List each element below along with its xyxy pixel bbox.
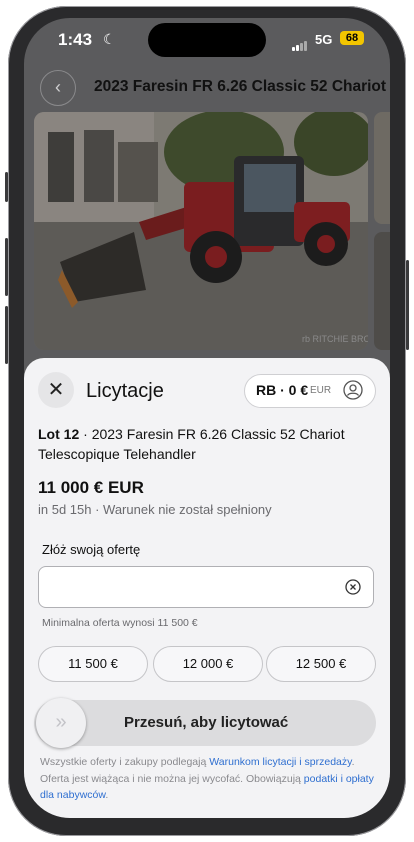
terms-text: . bbox=[105, 789, 109, 801]
user-icon bbox=[343, 380, 363, 400]
quick-bid-button[interactable]: 12 000 € bbox=[153, 646, 263, 682]
volume-up-button bbox=[5, 238, 8, 296]
sheet-title: Licytacje bbox=[86, 380, 164, 402]
terms-text: Wszystkie oferty i zakupy podlegają bbox=[40, 756, 210, 768]
signal-icon bbox=[292, 33, 308, 51]
terms-notice: Wszystkie oferty i zakupy podlegają Waru… bbox=[40, 754, 376, 804]
power-button bbox=[406, 260, 409, 350]
account-balance-button[interactable]: RB · 0 € EUR bbox=[244, 374, 376, 408]
network-type: 5G bbox=[315, 32, 333, 47]
lot-number: Lot 12 bbox=[38, 426, 80, 442]
moon-icon: ☾ bbox=[103, 31, 116, 47]
bidding-sheet: ✕ Licytacje RB · 0 € EUR Lot 12 · 2023 F… bbox=[24, 358, 390, 818]
mute-switch bbox=[5, 172, 8, 202]
back-button[interactable]: ‹ bbox=[40, 70, 76, 106]
volume-down-button bbox=[5, 306, 8, 364]
next-photo-thumbnail[interactable] bbox=[374, 112, 390, 224]
double-chevron-right-icon[interactable]: » bbox=[36, 698, 86, 748]
clear-icon[interactable] bbox=[345, 579, 361, 595]
lot-description: Lot 12 · 2023 Faresin FR 6.26 Classic 52… bbox=[38, 424, 368, 464]
status-bar: 1:43 ☾ 5G 68 bbox=[24, 18, 390, 62]
close-button[interactable]: ✕ bbox=[38, 372, 74, 408]
watermark: rb RITCHIE BROS. bbox=[302, 334, 368, 344]
dynamic-island bbox=[148, 23, 266, 57]
swipe-to-bid-slider[interactable]: » Przesuń, aby licytować bbox=[34, 698, 376, 748]
bid-input-label: Złóż swoją ofertę bbox=[42, 542, 141, 557]
screen: 1:43 ☾ 5G 68 ‹ 2023 Faresin FR 6.26 Clas… bbox=[24, 18, 390, 818]
account-currency: EUR bbox=[310, 385, 332, 396]
lot-separator: · bbox=[79, 426, 92, 442]
listing-photo[interactable]: rb RITCHIE BROS. bbox=[34, 112, 368, 350]
navigation-bar: ‹ 2023 Faresin FR 6.26 Classic 52 Chario… bbox=[24, 66, 390, 110]
next-photo-thumbnail-2[interactable] bbox=[374, 232, 390, 350]
swipe-to-bid-label: Przesuń, aby licytować bbox=[124, 714, 289, 731]
telehandler-photo: rb RITCHIE BROS. bbox=[34, 112, 368, 350]
battery-icon: 68 bbox=[340, 31, 364, 45]
auction-status: in 5d 15h · Warunek nie został spełniony bbox=[38, 502, 272, 517]
quick-bid-button[interactable]: 12 500 € bbox=[266, 646, 376, 682]
page-title: 2023 Faresin FR 6.26 Classic 52 Chariot bbox=[94, 78, 387, 95]
quick-bid-button[interactable]: 11 500 € bbox=[38, 646, 148, 682]
minimum-bid-note: Minimalna oferta wynosi 11 500 € bbox=[42, 617, 198, 629]
account-balance: RB · 0 € bbox=[256, 382, 309, 398]
bid-amount-input[interactable] bbox=[38, 566, 374, 608]
current-bid: 11 000 € EUR bbox=[38, 478, 144, 497]
auction-terms-link[interactable]: Warunkom licytacji i sprzedaży bbox=[209, 756, 351, 768]
status-time: 1:43 bbox=[58, 30, 93, 49]
